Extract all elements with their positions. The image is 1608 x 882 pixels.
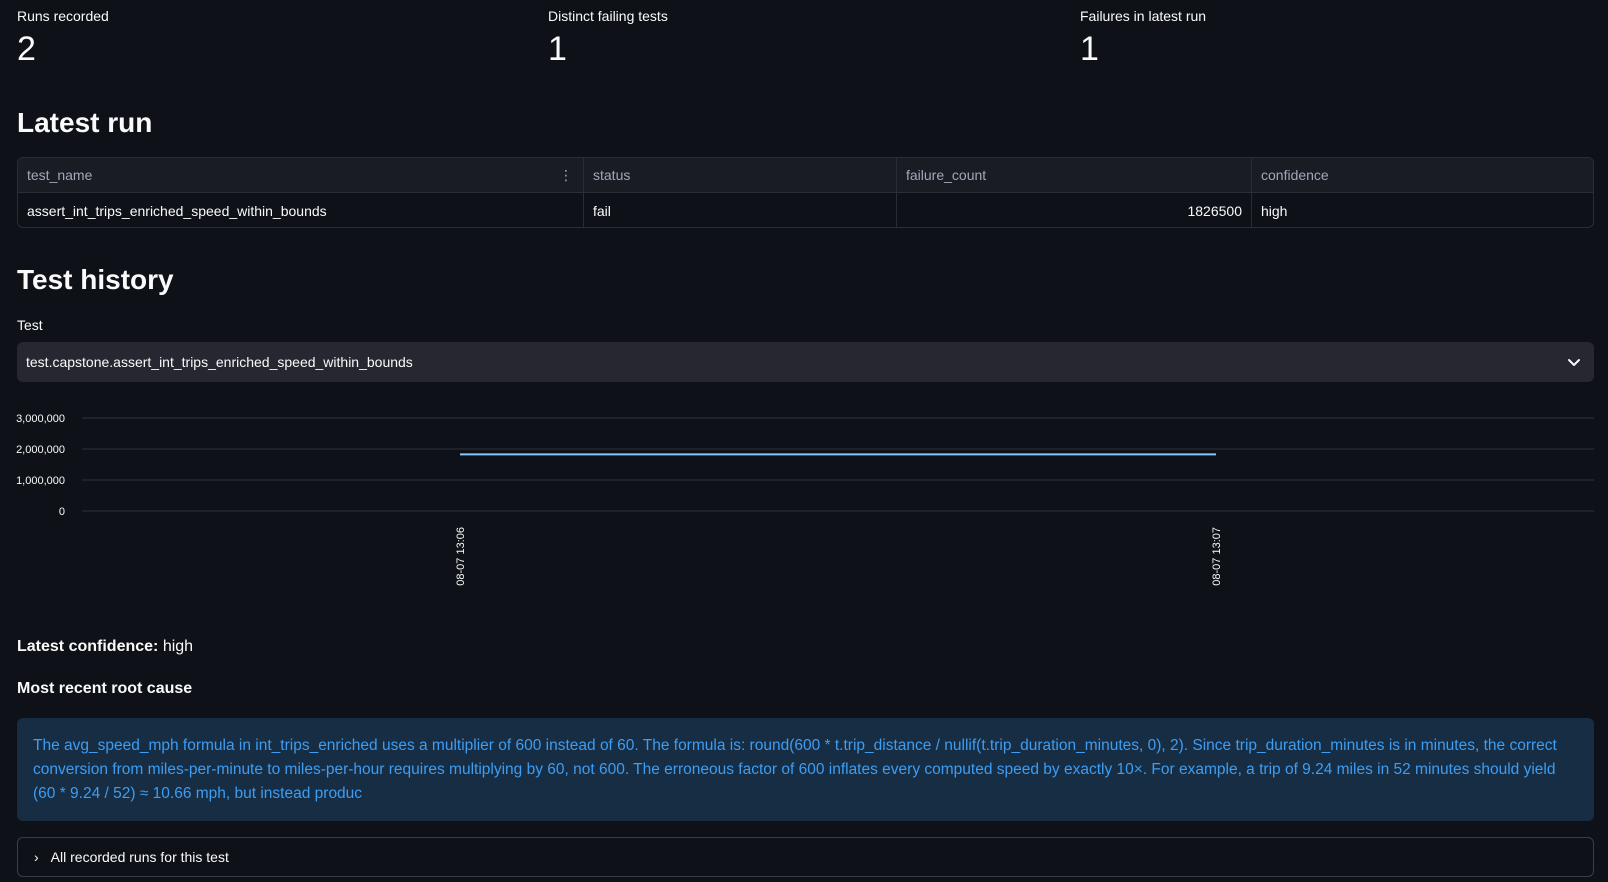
column-menu-icon[interactable]: ⋮: [559, 168, 573, 182]
metric-label: Distinct failing tests: [548, 8, 668, 24]
table-header-row: test_name ⋮ status failure_count confide…: [18, 158, 1593, 193]
dashboard-page: Runs recorded 2 Distinct failing tests 1…: [0, 0, 1608, 882]
table-row[interactable]: assert_int_trips_enriched_speed_within_b…: [18, 193, 1593, 227]
test-history-heading: Test history: [17, 264, 174, 295]
column-header-label: test_name: [27, 167, 93, 183]
column-header-status[interactable]: status: [584, 158, 897, 192]
chevron-right-icon: ›: [34, 849, 39, 865]
metric-label: Runs recorded: [17, 8, 109, 24]
all-runs-expander[interactable]: › All recorded runs for this test: [17, 837, 1594, 877]
test-select-label: Test: [17, 317, 43, 333]
y-tick-label: 0: [59, 506, 65, 518]
test-select[interactable]: test.capstone.assert_int_trips_enriched_…: [17, 342, 1594, 382]
latest-confidence: Latest confidence: high: [17, 638, 193, 656]
column-header-failure-count[interactable]: failure_count: [897, 158, 1252, 192]
column-header-confidence[interactable]: confidence: [1252, 158, 1593, 192]
metric-label: Failures in latest run: [1080, 8, 1207, 24]
failure-count-chart[interactable]: 3,000,000 2,000,000 1,000,000 0 08-07 13:06 0…: [0, 405, 1608, 605]
test-select-value: test.capstone.assert_int_trips_enriched_…: [26, 354, 413, 370]
x-tick-label: 08-07 13:07: [1211, 527, 1223, 586]
metric-value: 1: [1080, 30, 1099, 68]
latest-run-table[interactable]: test_name ⋮ status failure_count confide…: [17, 157, 1594, 228]
column-header-test-name[interactable]: test_name ⋮: [18, 158, 584, 192]
root-cause-info-box: The avg_speed_mph formula in int_trips_e…: [17, 718, 1594, 821]
metric-value: 2: [17, 30, 36, 68]
y-tick-label: 2,000,000: [16, 444, 65, 456]
latest-confidence-value: high: [162, 638, 194, 655]
y-tick-label: 3,000,000: [16, 413, 65, 425]
root-cause-heading: Most recent root cause: [17, 680, 193, 697]
table-cell-failure-count[interactable]: 1826500: [897, 193, 1252, 227]
table-cell-test-name[interactable]: assert_int_trips_enriched_speed_within_b…: [18, 193, 584, 227]
latest-run-heading: Latest run: [17, 107, 153, 138]
metric-value: 1: [548, 30, 567, 68]
y-tick-label: 1,000,000: [16, 475, 65, 487]
column-header-label: status: [593, 167, 631, 183]
table-cell-confidence[interactable]: high: [1252, 193, 1593, 227]
expander-label: All recorded runs for this test: [50, 849, 229, 865]
column-header-label: confidence: [1261, 167, 1329, 183]
latest-confidence-label: Latest confidence:: [17, 638, 159, 655]
x-tick-label: 08-07 13:06: [455, 527, 467, 586]
column-header-label: failure_count: [906, 167, 987, 183]
table-cell-status[interactable]: fail: [584, 193, 897, 227]
chevron-down-icon: [1568, 359, 1580, 366]
